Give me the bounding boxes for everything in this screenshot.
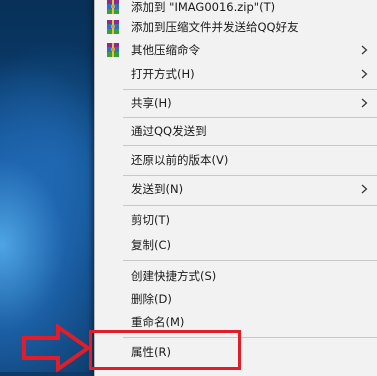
menu-item-label: 通过QQ发送到 [131, 124, 207, 138]
menu-item-send-to[interactable]: 发送到(N) [95, 180, 377, 198]
properties-highlight-box [89, 330, 241, 370]
menu-item-label: 还原以前的版本(V) [131, 153, 229, 167]
menu-separator [123, 117, 377, 118]
menu-item-label: 重命名(M) [131, 315, 185, 329]
menu-item-label: 添加到 "IMAG0016.zip"(T) [131, 0, 276, 14]
winrar-archive-icon [105, 0, 121, 15]
chevron-right-icon [361, 65, 371, 83]
menu-item-other-compress-commands[interactable]: 其他压缩命令 [95, 41, 377, 59]
menu-item-label: 共享(H) [131, 96, 172, 110]
menu-item-send-via-qq[interactable]: 通过QQ发送到 [95, 122, 377, 140]
menu-item-cut[interactable]: 剪切(T) [95, 211, 377, 229]
menu-item-rename[interactable]: 重命名(M) [95, 313, 377, 331]
menu-separator [123, 205, 377, 206]
chevron-right-icon [361, 41, 371, 59]
chevron-right-icon [361, 180, 371, 198]
menu-item-label: 发送到(N) [131, 182, 184, 196]
menu-separator [123, 145, 377, 146]
menu-item-label: 打开方式(H) [131, 67, 195, 81]
menu-item-share[interactable]: 共享(H) [95, 94, 377, 112]
chevron-right-icon [361, 94, 371, 112]
menu-item-label: 添加到压缩文件并发送给QQ好友 [131, 20, 299, 34]
menu-item-restore-previous-versions[interactable]: 还原以前的版本(V) [95, 151, 377, 169]
right-arrow-pointer-icon [20, 323, 92, 373]
menu-separator [123, 89, 377, 90]
menu-separator [123, 175, 377, 176]
winrar-archive-icon [105, 42, 121, 58]
winrar-archive-icon [105, 19, 121, 35]
menu-item-label: 其他压缩命令 [131, 43, 200, 57]
menu-item-add-and-send-qq[interactable]: 添加到压缩文件并发送给QQ好友 [95, 18, 377, 36]
menu-item-label: 复制(C) [131, 238, 172, 252]
menu-separator [123, 260, 377, 261]
menu-item-add-to-zip[interactable]: 添加到 "IMAG0016.zip"(T) [95, 0, 377, 16]
menu-item-delete[interactable]: 删除(D) [95, 290, 377, 308]
menu-item-label: 创建快捷方式(S) [131, 269, 217, 283]
menu-item-label: 剪切(T) [131, 213, 170, 227]
menu-item-copy[interactable]: 复制(C) [95, 236, 377, 254]
menu-item-label: 删除(D) [131, 292, 172, 306]
menu-item-create-shortcut[interactable]: 创建快捷方式(S) [95, 267, 377, 285]
menu-item-open-with[interactable]: 打开方式(H) [95, 65, 377, 83]
context-menu: 添加到 "IMAG0016.zip"(T) 添加到压缩文件并发送给QQ好友 其他 [94, 0, 377, 376]
